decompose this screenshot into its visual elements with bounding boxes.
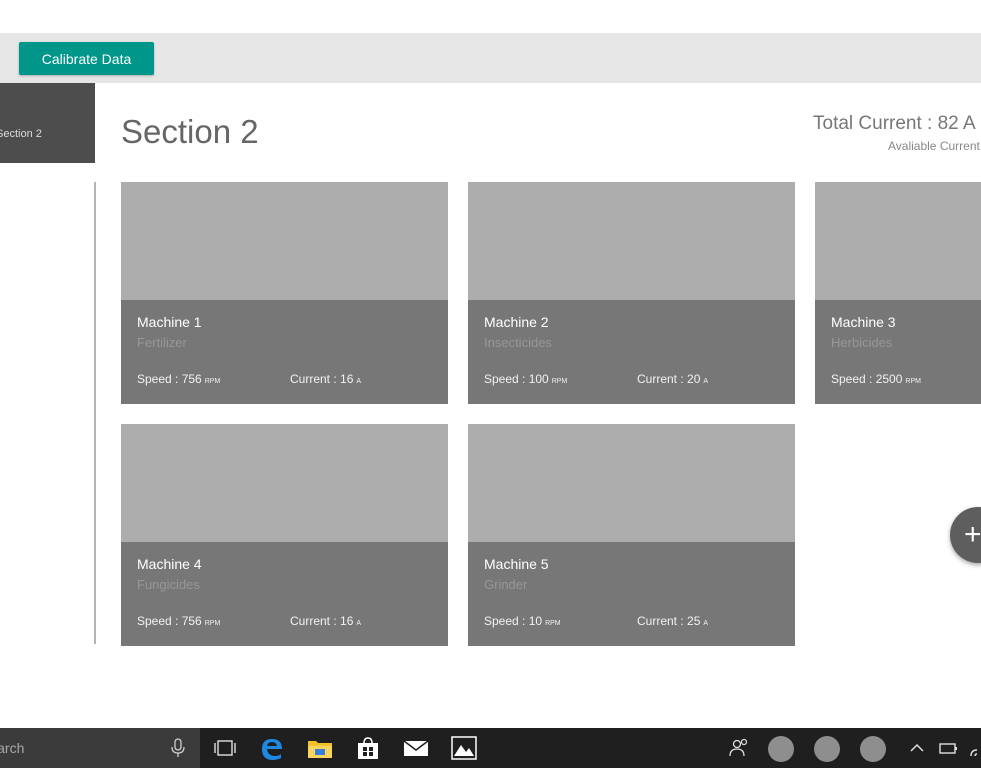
- speed-unit: RPM: [204, 620, 221, 627]
- machine-name: Machine 4: [137, 556, 202, 572]
- current-value: Current : 16: [290, 372, 354, 386]
- pinned-app-icon[interactable]: [814, 736, 840, 762]
- machine-type: Herbicides: [831, 335, 893, 350]
- battery-icon[interactable]: [936, 736, 962, 760]
- machine-speed: Speed : 2500 RPM: [831, 372, 921, 386]
- current-unit: A: [703, 378, 709, 385]
- speed-unit: RPM: [545, 620, 561, 627]
- add-machine-button[interactable]: +: [950, 507, 981, 563]
- machine-image: [121, 424, 448, 542]
- sidebar-item-section-2[interactable]: Section 2: [0, 83, 95, 163]
- speed-value: Speed : 756: [137, 372, 202, 386]
- current-unit: A: [703, 620, 709, 627]
- search-placeholder: Search: [0, 740, 25, 756]
- machine-name: Machine 5: [484, 556, 549, 572]
- store-icon[interactable]: [355, 736, 381, 760]
- machine-name: Machine 2: [484, 314, 549, 330]
- machine-info: Machine 1 Fertilizer Speed : 756 RPM Curr…: [121, 300, 448, 404]
- edge-icon[interactable]: [259, 736, 285, 760]
- machine-image: [815, 182, 981, 300]
- speed-value: Speed : 100: [484, 372, 549, 386]
- sidebar-item-label: Section 2: [0, 128, 42, 140]
- toolbar: Calibrate Data: [0, 33, 981, 83]
- speed-value: Speed : 756: [137, 614, 202, 628]
- machine-type: Fertilizer: [137, 335, 187, 350]
- mail-icon[interactable]: [403, 736, 429, 760]
- speed-value: Speed : 10: [484, 614, 543, 628]
- speed-value: Speed : 2500: [831, 372, 903, 386]
- machine-info: Machine 5 Grinder Speed : 10 RPM Current …: [468, 542, 795, 646]
- pinned-app-icon[interactable]: [860, 736, 886, 762]
- speed-unit: RPM: [905, 378, 921, 385]
- microphone-icon[interactable]: [170, 738, 186, 758]
- machine-name: Machine 3: [831, 314, 896, 330]
- sidebar-divider: [94, 182, 96, 644]
- machine-current: Current : 20 A: [637, 372, 708, 386]
- available-current-label: Avaliable Current: [888, 139, 980, 153]
- machine-card[interactable]: Machine 3 Herbicides Speed : 2500 RPM: [815, 182, 981, 404]
- machine-image: [468, 182, 795, 300]
- machine-card[interactable]: Machine 5 Grinder Speed : 10 RPM Current …: [468, 424, 795, 646]
- file-explorer-icon[interactable]: [307, 736, 333, 760]
- current-value: Current : 25: [637, 614, 701, 628]
- people-icon[interactable]: [727, 736, 753, 760]
- machine-type: Grinder: [484, 577, 528, 592]
- machine-speed: Speed : 100 RPM: [484, 372, 567, 386]
- machine-info: Machine 2 Insecticides Speed : 100 RPM Cu…: [468, 300, 795, 404]
- current-value: Current : 16: [290, 614, 354, 628]
- chevron-up-icon[interactable]: [904, 736, 930, 760]
- machine-image: [121, 182, 448, 300]
- machine-current: Current : 25 A: [637, 614, 708, 628]
- taskbar: Search: [0, 728, 981, 768]
- pinned-app-icon[interactable]: [768, 736, 794, 762]
- machine-info: Machine 4 Fungicides Speed : 756 RPM Curr…: [121, 542, 448, 646]
- current-unit: A: [356, 378, 362, 385]
- machine-speed: Speed : 756 RPM: [137, 372, 220, 386]
- speed-unit: RPM: [551, 378, 568, 385]
- machine-info: Machine 3 Herbicides Speed : 2500 RPM: [815, 300, 981, 404]
- machine-card[interactable]: Machine 4 Fungicides Speed : 756 RPM Curr…: [121, 424, 448, 646]
- task-view-icon[interactable]: [212, 736, 238, 760]
- photos-icon[interactable]: [451, 736, 477, 760]
- machine-card[interactable]: Machine 1 Fertilizer Speed : 756 RPM Curr…: [121, 182, 448, 404]
- machine-type: Insecticides: [484, 335, 552, 350]
- current-value: Current : 20: [637, 372, 701, 386]
- machine-current: Current : 16 A: [290, 372, 361, 386]
- machine-type: Fungicides: [137, 577, 200, 592]
- machine-speed: Speed : 10 RPM: [484, 614, 561, 628]
- machine-current: Current : 16 A: [290, 614, 361, 628]
- machine-image: [468, 424, 795, 542]
- calibrate-data-button[interactable]: Calibrate Data: [19, 42, 154, 75]
- machine-name: Machine 1: [137, 314, 202, 330]
- machine-speed: Speed : 756 RPM: [137, 614, 220, 628]
- wifi-icon[interactable]: [968, 736, 981, 760]
- total-current-label: Total Current : 82 A: [813, 113, 976, 134]
- machine-card[interactable]: Machine 2 Insecticides Speed : 100 RPM Cu…: [468, 182, 795, 404]
- speed-unit: RPM: [204, 378, 221, 385]
- page-title: Section 2: [121, 113, 259, 150]
- current-unit: A: [356, 620, 362, 627]
- taskbar-search-box[interactable]: Search: [0, 728, 200, 768]
